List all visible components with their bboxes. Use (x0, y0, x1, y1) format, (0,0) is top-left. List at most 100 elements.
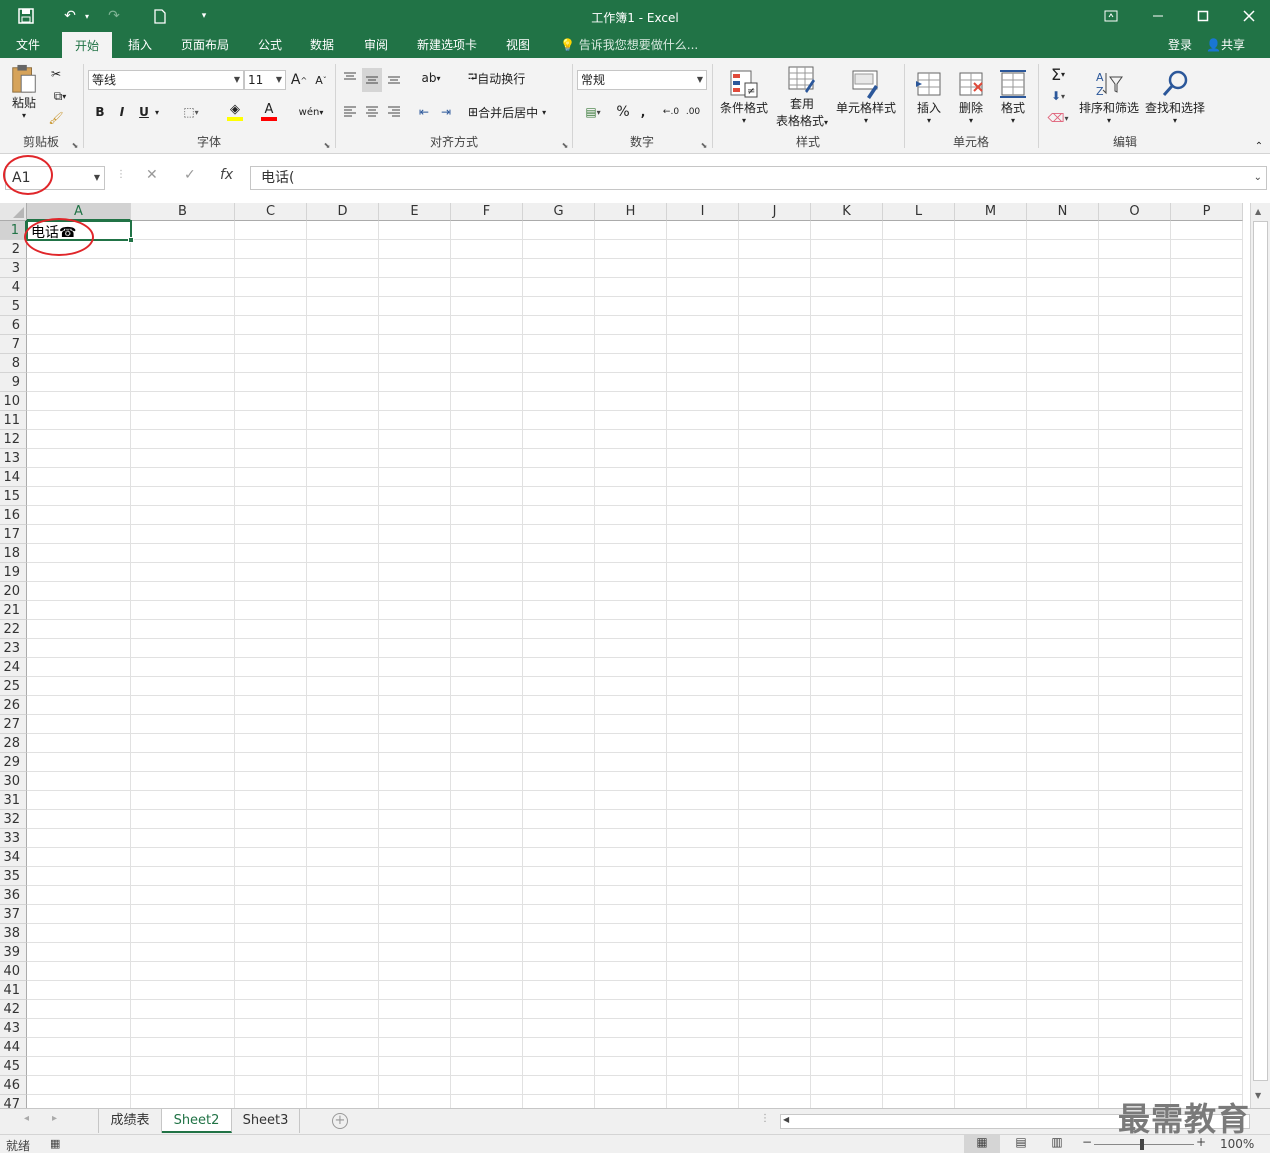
row-header-30[interactable]: 30 (0, 772, 27, 791)
column-header-p[interactable]: P (1171, 203, 1243, 221)
row-header-22[interactable]: 22 (0, 620, 27, 639)
format-cells-button[interactable]: 格式 ▾ (993, 64, 1033, 130)
tab-review[interactable]: 审阅 (354, 32, 398, 58)
column-header-c[interactable]: C (235, 203, 307, 221)
conditional-formatting-button[interactable]: ≠ 条件格式 ▾ (715, 64, 773, 130)
insert-cells-button[interactable]: 插入 ▾ (909, 64, 949, 130)
autosum-icon[interactable]: Σ ▾ (1041, 64, 1075, 84)
column-header-g[interactable]: G (523, 203, 595, 221)
dialog-launcher-icon[interactable]: ⬊ (560, 140, 570, 150)
comma-button[interactable]: , (635, 102, 651, 122)
sign-in-link[interactable]: 登录 (1168, 32, 1192, 58)
fill-color-icon[interactable]: ◈ (220, 100, 250, 122)
row-header-26[interactable]: 26 (0, 696, 27, 715)
expand-formula-icon[interactable]: ⌄ (1254, 167, 1262, 189)
row-header-21[interactable]: 21 (0, 601, 27, 620)
percent-button[interactable]: % (613, 102, 633, 122)
row-header-24[interactable]: 24 (0, 658, 27, 677)
row-header-7[interactable]: 7 (0, 335, 27, 354)
page-break-view-icon[interactable]: ▥ (1048, 1135, 1066, 1149)
column-header-j[interactable]: J (739, 203, 811, 221)
row-header-44[interactable]: 44 (0, 1038, 27, 1057)
column-header-d[interactable]: D (307, 203, 379, 221)
row-header-35[interactable]: 35 (0, 867, 27, 886)
column-header-a[interactable]: A (27, 203, 131, 221)
tab-file[interactable]: 文件 (6, 32, 50, 58)
row-header-39[interactable]: 39 (0, 943, 27, 962)
row-header-34[interactable]: 34 (0, 848, 27, 867)
decrease-decimal-icon[interactable]: .00 (683, 102, 703, 122)
page-layout-view-icon[interactable]: ▤ (1012, 1135, 1030, 1149)
orientation-icon[interactable]: ab ▾ (416, 68, 446, 88)
column-header-l[interactable]: L (883, 203, 955, 221)
sort-filter-button[interactable]: AZ 排序和筛选 ▾ (1077, 64, 1141, 130)
row-header-10[interactable]: 10 (0, 392, 27, 411)
formula-bar-grip-icon[interactable]: ⋮ (116, 169, 126, 191)
row-header-9[interactable]: 9 (0, 373, 27, 392)
dialog-launcher-icon[interactable]: ⬊ (699, 140, 709, 150)
find-select-button[interactable]: 查找和选择 ▾ (1143, 64, 1207, 130)
sheet-tab-sheet2[interactable]: Sheet2 (162, 1109, 232, 1133)
clear-icon[interactable]: ⌫ ▾ (1041, 108, 1075, 128)
underline-button[interactable]: U (136, 102, 152, 122)
macro-record-icon[interactable]: ▦ (50, 1137, 60, 1150)
sheet-prev-icon[interactable]: ◂ (24, 1113, 29, 1124)
scroll-up-icon[interactable]: ▲ (1255, 207, 1261, 216)
insert-function-icon[interactable]: fx (220, 167, 233, 189)
row-header-19[interactable]: 19 (0, 563, 27, 582)
row-header-8[interactable]: 8 (0, 354, 27, 373)
column-header-h[interactable]: H (595, 203, 667, 221)
vertical-scrollbar[interactable]: ▲ ▼ (1250, 203, 1270, 1108)
zoom-slider[interactable] (1094, 1144, 1194, 1145)
row-header-28[interactable]: 28 (0, 734, 27, 753)
fill-icon[interactable]: ⬇ ▾ (1041, 86, 1075, 106)
zoom-out-icon[interactable]: − (1082, 1135, 1092, 1149)
scroll-down-icon[interactable]: ▼ (1255, 1091, 1261, 1100)
accounting-format-icon[interactable]: ▤ ▾ (577, 102, 609, 122)
column-header-e[interactable]: E (379, 203, 451, 221)
ribbon-display-options-icon[interactable] (1099, 4, 1123, 28)
align-center-icon[interactable] (362, 102, 382, 122)
sheet-next-icon[interactable]: ▸ (52, 1113, 57, 1124)
row-header-47[interactable]: 47 (0, 1095, 27, 1108)
row-header-37[interactable]: 37 (0, 905, 27, 924)
row-header-5[interactable]: 5 (0, 297, 27, 316)
merge-center-button[interactable]: ⊞ 合并后居中 ▾ (468, 102, 566, 122)
minimize-icon[interactable] (1146, 4, 1170, 28)
row-header-32[interactable]: 32 (0, 810, 27, 829)
row-header-23[interactable]: 23 (0, 639, 27, 658)
row-header-29[interactable]: 29 (0, 753, 27, 772)
paste-button[interactable]: 粘贴 ▾ (8, 64, 40, 120)
collapse-ribbon-icon[interactable]: ⌃ (1252, 140, 1266, 152)
formula-input[interactable]: 电话( ⌄ (250, 166, 1267, 190)
tab-page-layout[interactable]: 页面布局 (170, 32, 240, 58)
zoom-slider-thumb[interactable] (1140, 1139, 1144, 1150)
font-size-select[interactable]: 11 ▼ (244, 70, 286, 90)
paste-dropdown-icon[interactable]: ▾ (22, 111, 26, 120)
format-as-table-button[interactable]: 套用 表格格式▾ (771, 64, 833, 130)
fill-handle[interactable] (128, 237, 134, 243)
scroll-left-icon[interactable]: ◀ (783, 1115, 789, 1124)
add-sheet-icon[interactable]: + (332, 1113, 348, 1129)
column-header-b[interactable]: B (131, 203, 235, 221)
column-header-k[interactable]: K (811, 203, 883, 221)
tell-me-box[interactable]: 💡 告诉我您想要做什么... (560, 32, 698, 58)
format-painter-icon[interactable]: 🖌 (46, 108, 66, 128)
maximize-icon[interactable] (1191, 4, 1215, 28)
align-top-icon[interactable] (340, 68, 360, 88)
cancel-icon[interactable]: ✕ (146, 167, 158, 189)
sheet-tab-scores[interactable]: 成绩表 (98, 1109, 162, 1133)
row-header-41[interactable]: 41 (0, 981, 27, 1000)
tab-formulas[interactable]: 公式 (248, 32, 292, 58)
row-header-18[interactable]: 18 (0, 544, 27, 563)
row-header-31[interactable]: 31 (0, 791, 27, 810)
row-header-45[interactable]: 45 (0, 1057, 27, 1076)
share-button[interactable]: 👤共享 (1206, 32, 1245, 58)
row-header-20[interactable]: 20 (0, 582, 27, 601)
row-header-42[interactable]: 42 (0, 1000, 27, 1019)
font-color-icon[interactable]: A (254, 100, 284, 122)
row-header-43[interactable]: 43 (0, 1019, 27, 1038)
dialog-launcher-icon[interactable]: ⬊ (322, 140, 332, 150)
row-header-36[interactable]: 36 (0, 886, 27, 905)
enter-icon[interactable]: ✓ (184, 167, 196, 189)
